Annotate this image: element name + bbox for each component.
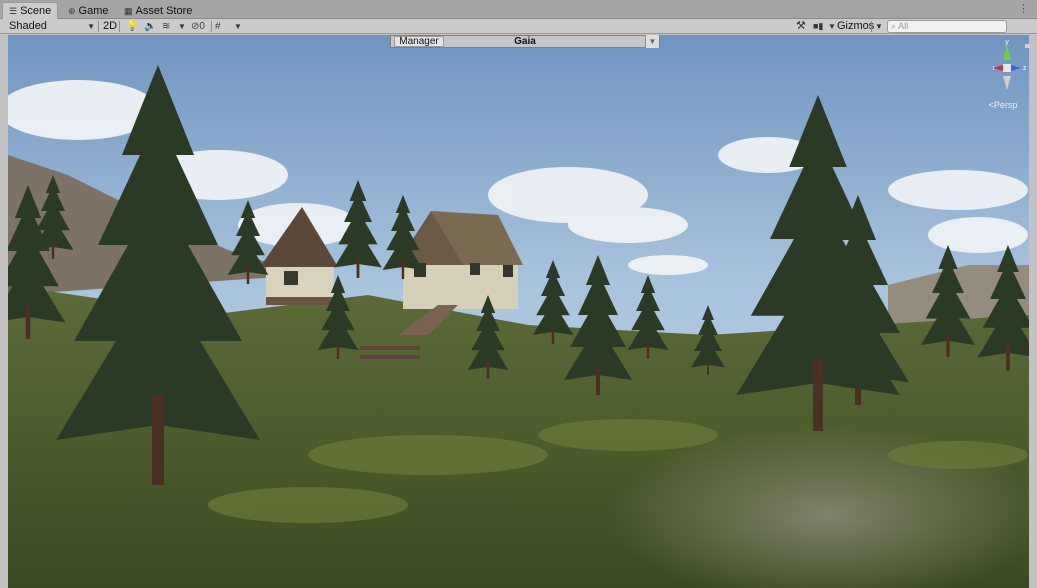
gizmos-label: Gizmos [837, 20, 875, 32]
lock-icon[interactable] [1025, 44, 1030, 48]
grid-dropdown[interactable]: ▼ [234, 19, 242, 34]
audio-toggle-icon[interactable]: 🔈 [144, 19, 156, 34]
tab-scene-label: Scene [20, 5, 52, 17]
divider [98, 21, 99, 32]
chevron-down-icon: ▼ [828, 22, 836, 31]
list-icon: ☰ [9, 6, 18, 16]
eye-slash-icon: ⊘ [191, 21, 200, 32]
x-label: x [993, 65, 995, 72]
hierarchy-search-input[interactable]: ⌕ All [887, 20, 1007, 33]
divider [871, 21, 872, 32]
gizmos-button[interactable]: Gizmos [837, 19, 874, 34]
gamepad-icon: ⊛ [68, 5, 76, 16]
2d-label: 2D [103, 20, 118, 32]
chevron-down-icon[interactable]: ▼ [645, 35, 659, 48]
chevron-down-icon: ▼ [178, 22, 186, 31]
scene-render [8, 35, 1029, 588]
effects-toggle-icon[interactable]: ≋ [162, 19, 170, 34]
neg-y-axis-cone[interactable] [1003, 76, 1011, 90]
camera-icon[interactable]: ■▮ [813, 19, 823, 34]
tab-asset-store-label: Asset Store [135, 4, 193, 17]
tab-asset-store[interactable]: ▦ Asset Store [118, 2, 198, 19]
gizmos-dropdown[interactable]: ▼ [875, 19, 883, 34]
tab-game[interactable]: ⊛ Game [62, 2, 115, 19]
grid-icon[interactable]: # [215, 19, 221, 34]
tab-scene[interactable]: ☰ Scene [2, 2, 59, 19]
chevron-down-icon: ▼ [234, 22, 242, 31]
effects-dropdown[interactable]: ▼ [178, 19, 186, 34]
more-options-icon[interactable]: ⋮ [1018, 2, 1029, 16]
2d-toggle-button[interactable]: 2D [103, 19, 117, 34]
tab-game-label: Game [78, 4, 109, 17]
hidden-count: 0 [199, 21, 205, 32]
chevron-down-icon: ▼ [87, 22, 95, 31]
scene-viewport[interactable] [8, 35, 1029, 588]
center-cube[interactable] [1003, 64, 1011, 72]
z-label: z [1023, 65, 1027, 72]
store-icon: ▦ [124, 5, 133, 16]
shading-mode-label: Shaded [9, 20, 47, 32]
y-axis-cone[interactable] [1003, 45, 1011, 60]
lighting-toggle-icon[interactable]: 💡 [126, 19, 138, 34]
search-placeholder: All [898, 21, 909, 31]
gaia-title: Gaia [514, 36, 536, 47]
gaia-overlay-bar: Manager Gaia ▼ [390, 35, 660, 48]
editor-tab-bar: ☰ Scene ⊛ Game ▦ Asset Store ⋮ [0, 0, 1037, 19]
scene-toolbar: Shaded ▼ 2D 💡 🔈 ≋ ▼ ⊘ 0 # ▼ ⚒ ■▮ ▼ Gizmo… [0, 19, 1037, 34]
manager-button[interactable]: Manager [394, 36, 444, 47]
y-label: y [1005, 40, 1009, 46]
divider [119, 21, 120, 32]
shading-mode-dropdown[interactable]: Shaded ▼ [9, 19, 95, 34]
chevron-down-icon: ▼ [875, 22, 883, 31]
divider [211, 21, 212, 32]
scene-visibility-toggle[interactable]: ⊘ 0 [191, 19, 205, 34]
projection-label[interactable]: <Persp [980, 100, 1026, 110]
scene-orientation-gizmo[interactable]: y x z [991, 39, 1035, 100]
tools-icon[interactable]: ⚒ [796, 19, 806, 34]
camera-dropdown[interactable]: ▼ [828, 19, 836, 34]
search-icon: ⌕ [891, 21, 897, 31]
